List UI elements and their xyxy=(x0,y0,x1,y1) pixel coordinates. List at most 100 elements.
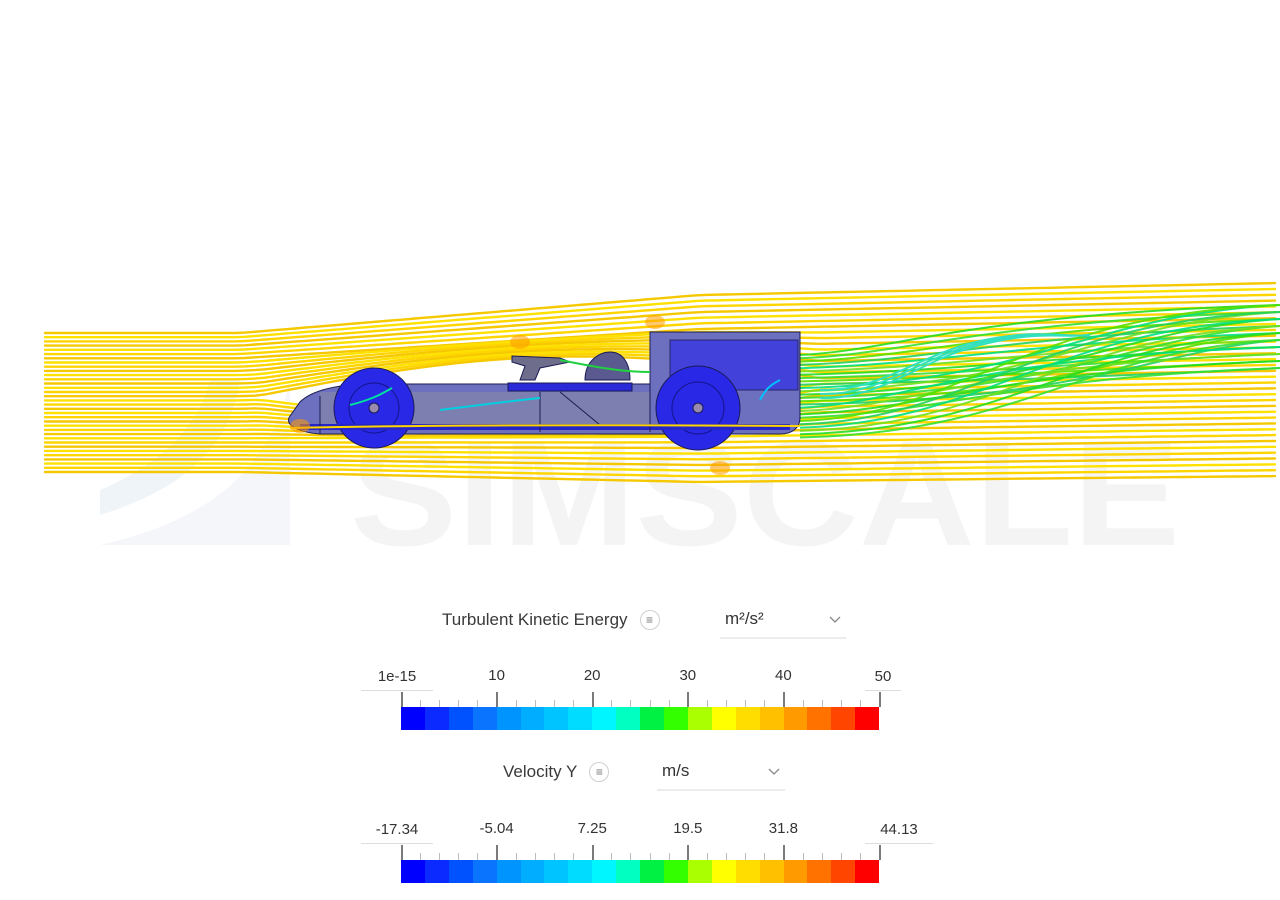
color-bin xyxy=(544,707,569,730)
chevron-down-icon xyxy=(829,616,841,623)
minor-tick xyxy=(573,853,575,860)
legend-title: Velocity Y xyxy=(503,762,578,781)
color-bin xyxy=(663,860,688,883)
color-bin xyxy=(783,707,808,730)
unit-dropdown[interactable]: m/s xyxy=(657,753,785,791)
color-bin xyxy=(448,860,473,883)
tick-label: 19.5 xyxy=(673,820,703,837)
hotspot xyxy=(510,335,530,349)
major-tick xyxy=(782,692,785,707)
color-bin xyxy=(711,707,736,730)
major-tick xyxy=(878,845,881,860)
minor-tick xyxy=(859,700,861,707)
minor-tick xyxy=(573,700,575,707)
minor-tick xyxy=(764,853,766,860)
major-tick xyxy=(496,845,499,860)
minor-tick xyxy=(439,700,441,707)
minor-tick xyxy=(840,700,842,707)
color-bin xyxy=(568,860,593,883)
major-tick xyxy=(496,692,499,707)
color-bin xyxy=(496,707,521,730)
minor-tick xyxy=(553,700,555,707)
color-bin xyxy=(783,860,808,883)
color-bin xyxy=(616,860,641,883)
minor-tick xyxy=(802,853,804,860)
color-bin xyxy=(735,860,760,883)
major-tick xyxy=(687,692,690,707)
min-value-input[interactable]: -17.34 xyxy=(361,820,433,844)
tick-label: 30 xyxy=(679,667,697,684)
color-bin xyxy=(663,707,688,730)
minor-tick xyxy=(726,853,728,860)
major-tick xyxy=(878,692,881,707)
minor-tick xyxy=(821,700,823,707)
minor-tick xyxy=(534,700,536,707)
color-bin xyxy=(592,860,617,883)
color-bin xyxy=(496,860,521,883)
color-bin xyxy=(401,860,425,883)
minor-tick xyxy=(458,700,460,707)
tick-label: 31.8 xyxy=(768,820,798,837)
minor-tick xyxy=(764,700,766,707)
color-bin xyxy=(735,707,760,730)
scale-ticks xyxy=(400,692,881,707)
color-bin xyxy=(831,860,856,883)
color-bin xyxy=(424,707,449,730)
legend-header: Turbulent Kinetic Energy ≡ xyxy=(442,600,660,640)
tick-label: 10 xyxy=(488,667,505,684)
color-bar xyxy=(401,707,880,730)
minor-tick xyxy=(420,700,422,707)
max-value-input[interactable]: 44.13 xyxy=(865,820,933,844)
minor-tick xyxy=(477,700,479,707)
min-value-input[interactable]: 1e-15 xyxy=(361,667,433,691)
minor-tick xyxy=(821,853,823,860)
max-value-input[interactable]: 50 xyxy=(865,667,901,691)
color-bin xyxy=(401,707,425,730)
major-tick xyxy=(400,692,403,707)
menu-icon[interactable]: ≡ xyxy=(589,762,610,782)
minor-tick xyxy=(458,853,460,860)
color-bin xyxy=(687,707,712,730)
hotspot xyxy=(645,315,665,329)
color-bin xyxy=(592,707,617,730)
color-bin xyxy=(855,707,880,730)
minor-tick xyxy=(668,700,670,707)
minor-tick xyxy=(553,853,555,860)
rear-wheel-hub xyxy=(692,402,704,414)
major-tick xyxy=(687,845,690,860)
major-tick xyxy=(400,845,403,860)
legend-header: Velocity Y ≡ xyxy=(503,752,610,792)
minor-tick xyxy=(706,700,708,707)
major-tick xyxy=(591,845,594,860)
hotspot xyxy=(710,461,730,475)
color-bin xyxy=(687,860,712,883)
minor-tick xyxy=(515,853,517,860)
menu-icon[interactable]: ≡ xyxy=(639,610,660,630)
3d-viewport[interactable]: SIMSCALE xyxy=(0,0,1280,590)
color-bin xyxy=(807,860,832,883)
color-bin xyxy=(855,860,880,883)
tick-label: -5.04 xyxy=(479,820,514,837)
minor-tick xyxy=(534,853,536,860)
minor-tick xyxy=(840,853,842,860)
minor-tick xyxy=(802,700,804,707)
streamline-scene[interactable]: SIMSCALE xyxy=(0,0,1280,590)
major-tick xyxy=(591,692,594,707)
color-bin xyxy=(807,707,832,730)
minor-tick xyxy=(420,853,422,860)
color-bar xyxy=(401,860,880,883)
scale-ticks xyxy=(400,845,881,860)
hotspot xyxy=(290,419,310,433)
minor-tick xyxy=(726,700,728,707)
major-tick xyxy=(782,845,785,860)
color-scale: -17.34 44.13 -5.04 7.25 19.5 31.8 xyxy=(361,820,933,890)
minor-tick xyxy=(515,700,517,707)
color-bin xyxy=(568,707,593,730)
front-wheel-hub xyxy=(368,402,380,414)
color-bin xyxy=(616,707,641,730)
color-bin xyxy=(831,707,856,730)
color-bin xyxy=(759,707,784,730)
color-bin xyxy=(640,860,664,883)
minor-tick xyxy=(745,853,747,860)
unit-dropdown[interactable]: m²/s² xyxy=(720,601,846,639)
